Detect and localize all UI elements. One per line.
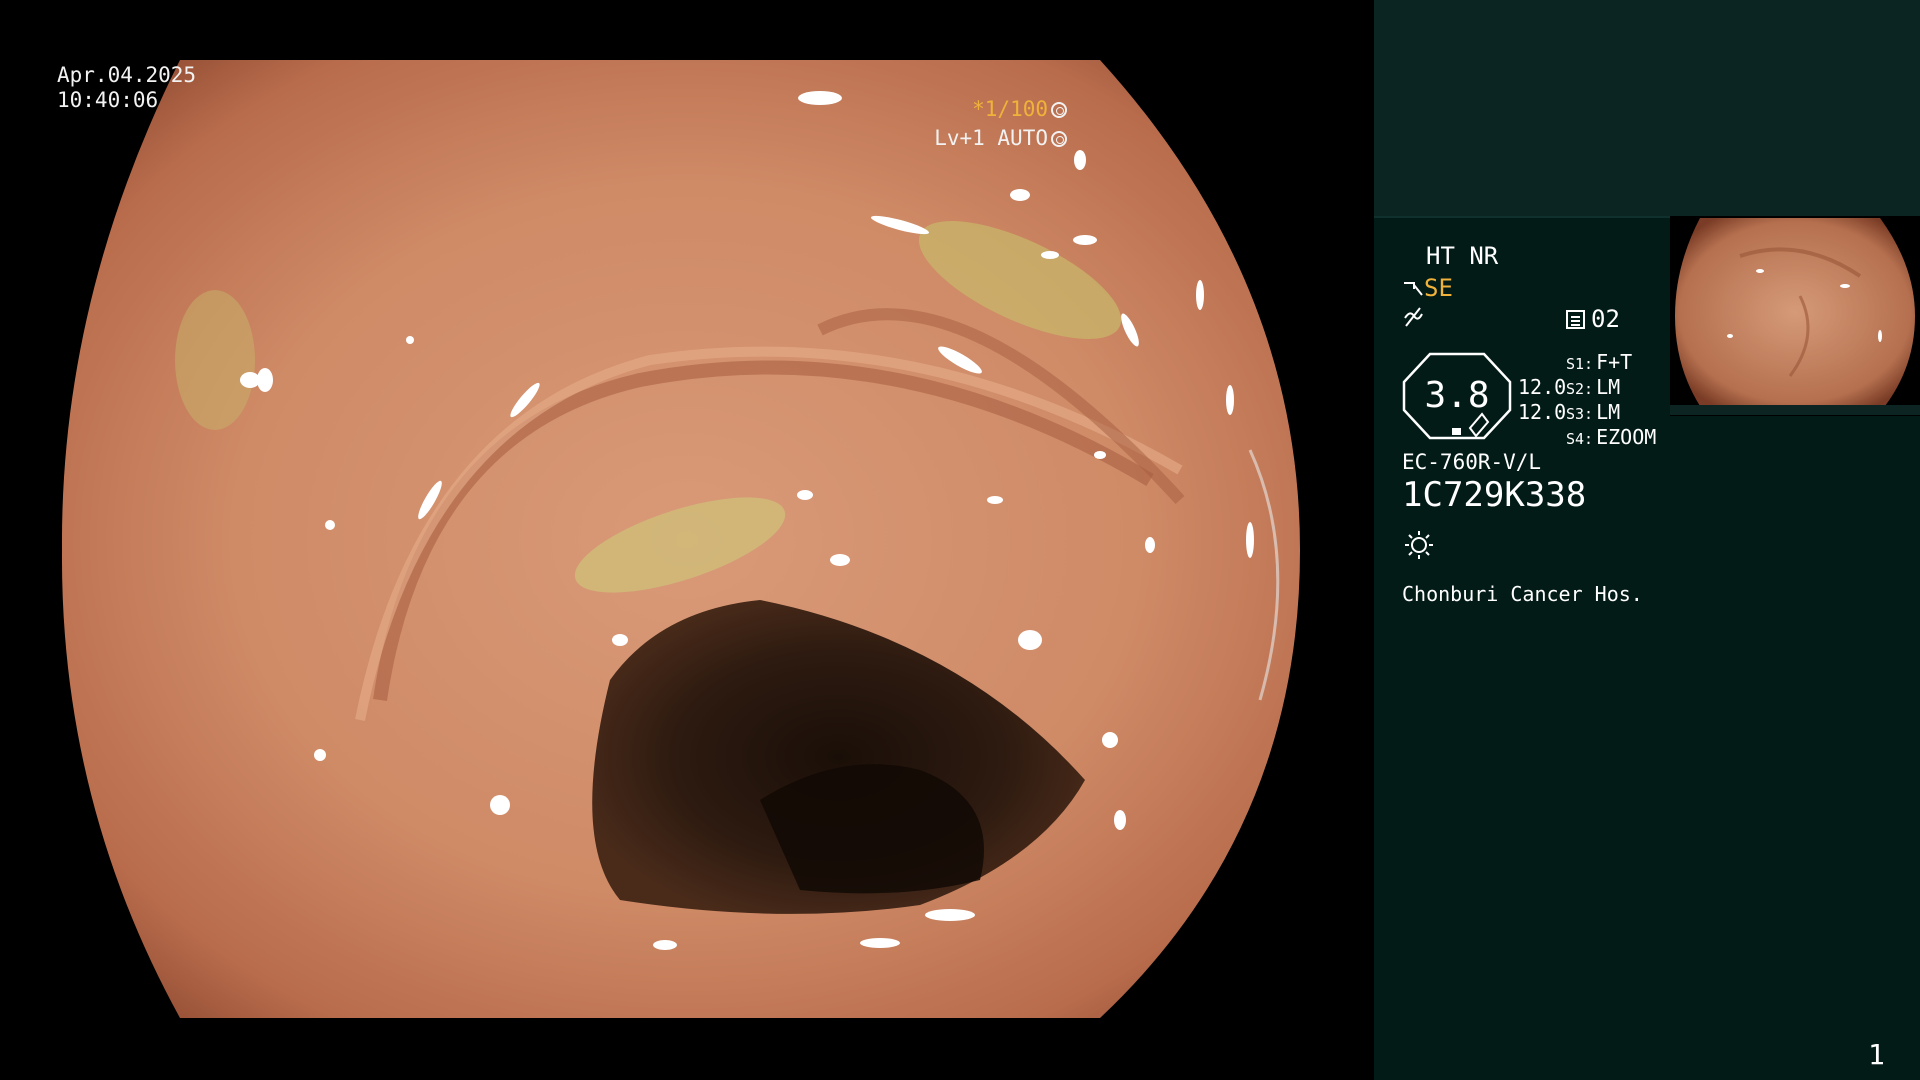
switch-3: S3: LM [1566,400,1620,426]
se-indicator: SE [1402,274,1453,302]
page-number: 1 [1868,1038,1885,1071]
light-icon [1405,531,1433,559]
info-panel: HT NR SE 02 3.8 12.0 12.0 S1: F+T S2: LM S… [1374,0,1920,1080]
se-label: SE [1424,274,1453,302]
endoscope-view: Apr.04.2025 10:40:06 *1/100 Lv+1 AUTO [0,0,1374,1080]
iris-icon [1051,131,1067,147]
hospital-name: Chonburi Cancer Hos. [1402,582,1643,606]
gain-value-2: 12.0 [1518,400,1567,424]
switch-key: S1: [1566,355,1594,373]
serial-number: 1C729K338 [1402,475,1587,515]
date-label: Apr.04.2025 [57,63,197,87]
memo-indicator: 02 [1566,305,1620,333]
iris-indicator: Lv+1 AUTO [934,126,1067,151]
memo-icon [1566,310,1585,329]
panel-header-area [1374,0,1920,218]
zoom-value: 3.8 [1424,375,1490,416]
iris-label: Lv+1 AUTO [934,126,1048,150]
switch-value: EZOOM [1596,425,1657,449]
switch-value: LM [1596,400,1621,424]
ht-nr-label: HT NR [1426,242,1499,270]
endoscopy-image [61,60,1301,1018]
shutter-label: *1/100 [972,97,1048,121]
thumbnail-image[interactable] [1670,216,1920,416]
gain-value-1: 12.0 [1518,375,1567,399]
shutter-icon [1051,102,1067,118]
shutter-indicator: *1/100 [972,97,1067,122]
switch-key: S4: [1566,430,1594,448]
switch-key: S3: [1566,405,1594,423]
switch-value: F+T [1596,350,1633,374]
switch-value: LM [1596,375,1621,399]
switch-4: S4: EZOOM [1566,425,1656,451]
freeze-indicator [1402,306,1424,336]
thumbnail-caption-strip [1670,405,1920,415]
switch-1: S1: F+T [1566,350,1632,376]
scope-model-label: EC-760R-V/L [1402,450,1542,474]
memo-value: 02 [1591,305,1620,333]
time-label: 10:40:06 [57,88,159,112]
freeze-icon [1404,307,1423,327]
switch-2: S2: LM [1566,375,1620,401]
switch-key: S2: [1566,380,1594,398]
scope-icon [1404,282,1423,296]
